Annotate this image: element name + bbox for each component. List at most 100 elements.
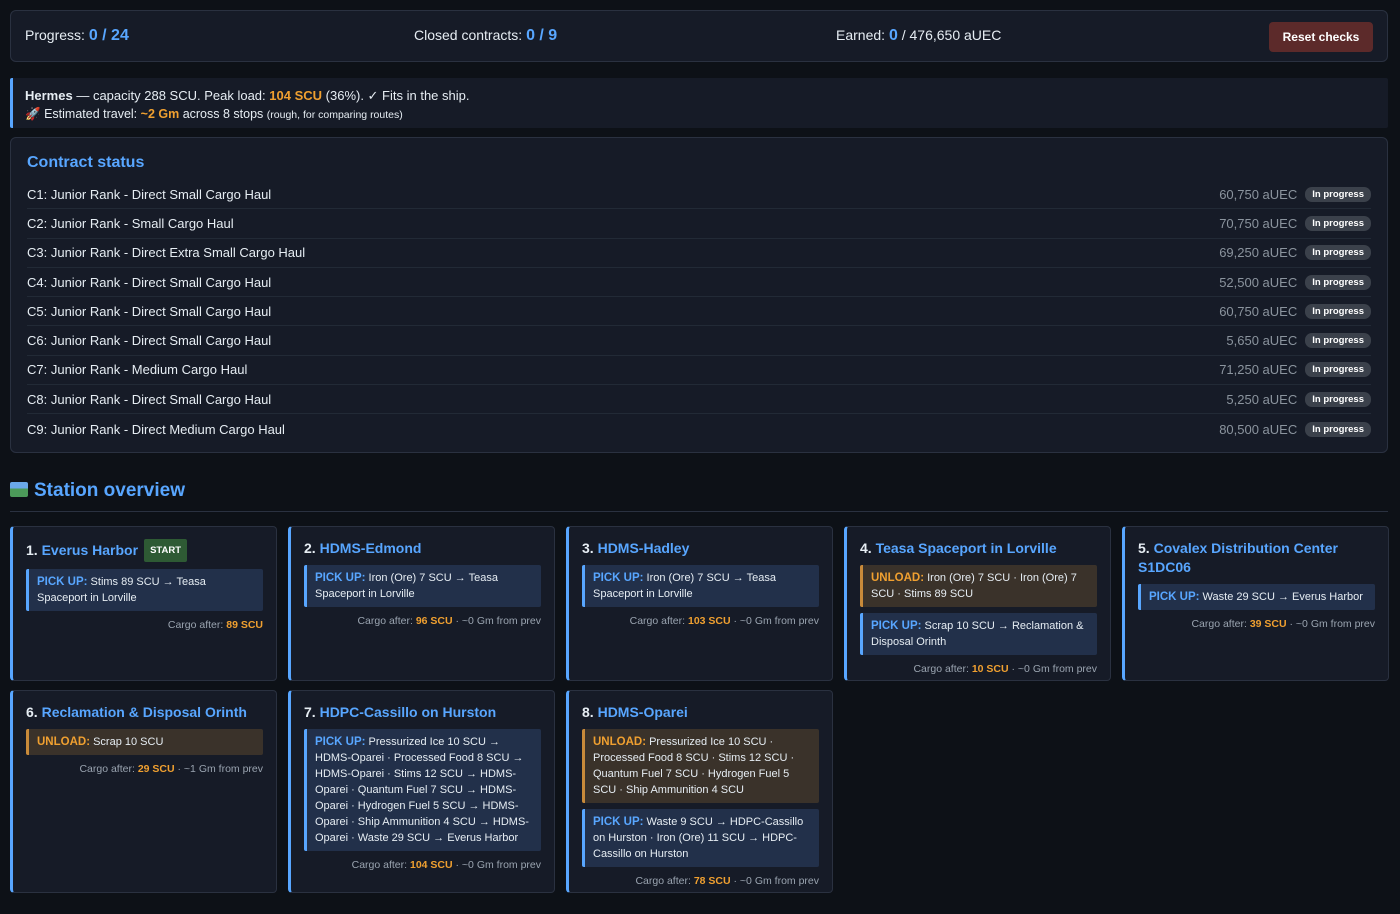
contract-row[interactable]: C7: Junior Rank - Medium Cargo Haul 71,25… [27, 356, 1371, 386]
cargo-value: 39 SCU [1249, 618, 1287, 630]
station-title: 8. HDMS-Oparei [582, 704, 688, 720]
pickup-action: PICK UP: Waste 9 SCU → HDPC-Cassillo on … [582, 809, 819, 867]
station-title: 5. Covalex Distribution Center S1DC06 [1138, 540, 1338, 575]
distance-from-prev: · ~0 Gm from prev [733, 615, 819, 627]
distance-from-prev: · ~0 Gm from prev [455, 615, 541, 627]
station-name[interactable]: Everus Harbor [42, 542, 138, 558]
station-name[interactable]: HDMS-Hadley [598, 540, 690, 556]
cargo-after: Cargo after: 96 SCU · ~0 Gm from prev [357, 615, 541, 627]
reset-checks-button[interactable]: Reset checks [1269, 22, 1373, 52]
station-title: 1. Everus Harbor START [26, 539, 263, 562]
status-badge: In progress [1305, 274, 1371, 290]
cargo-value: 78 SCU [693, 875, 731, 887]
contract-row[interactable]: C4: Junior Rank - Direct Small Cargo Hau… [27, 268, 1371, 298]
contract-status-panel: Contract status C1: Junior Rank - Direct… [10, 137, 1388, 453]
cargo-after: Cargo after: 103 SCU · ~0 Gm from prev [629, 615, 819, 627]
pickup-action: PICK UP: Scrap 10 SCU → Reclamation & Di… [860, 613, 1097, 655]
station-title: 3. HDMS-Hadley [582, 540, 690, 556]
earned-stat: Earned: 0 / 476,650 aUEC [836, 27, 1002, 44]
ship-capacity-line: Hermes — capacity 288 SCU. Peak load: 10… [25, 88, 470, 103]
distance-from-prev: · ~0 Gm from prev [1011, 663, 1097, 675]
cargo-value: 104 SCU [409, 859, 453, 871]
station-title: 7. HDPC-Cassillo on Hurston [304, 704, 497, 720]
contract-row[interactable]: C9: Junior Rank - Direct Medium Cargo Ha… [27, 414, 1371, 443]
contract-row[interactable]: C1: Junior Rank - Direct Small Cargo Hau… [27, 180, 1371, 210]
travel-distance: ~2 Gm [140, 107, 180, 121]
contract-name: C6: Junior Rank - Direct Small Cargo Hau… [27, 333, 272, 349]
distance-from-prev: · ~0 Gm from prev [733, 875, 819, 887]
pickup-action: PICK UP: Stims 89 SCU → Teasa Spaceport … [26, 569, 263, 611]
status-badge: In progress [1305, 303, 1371, 319]
cargo-after: Cargo after: 104 SCU · ~0 Gm from prev [351, 859, 541, 871]
contract-reward: 5,250 aUEC [1226, 391, 1298, 407]
rocket-icon: 🚀 [25, 107, 41, 121]
contract-reward: 71,250 aUEC [1219, 362, 1298, 378]
contract-list: C1: Junior Rank - Direct Small Cargo Hau… [27, 180, 1371, 444]
status-badge: In progress [1305, 362, 1371, 378]
contract-reward: 60,750 aUEC [1219, 186, 1298, 202]
cargo-value: 103 SCU [687, 615, 731, 627]
station-card[interactable]: 8. HDMS-Oparei UNLOAD: Pressurized Ice 10… [566, 690, 833, 893]
contract-reward: 70,750 aUEC [1219, 215, 1298, 231]
status-badge: In progress [1305, 245, 1371, 261]
cargo-after: Cargo after: 78 SCU · ~0 Gm from prev [635, 875, 819, 887]
cargo-value: 89 SCU [226, 619, 263, 631]
cargo-value: 96 SCU [415, 615, 453, 627]
earned-total: / 476,650 aUEC [901, 27, 1002, 43]
progress-bar-panel: Progress: 0 / 24 Closed contracts: 0 / 9… [10, 10, 1388, 62]
map-icon [10, 482, 28, 497]
status-badge: In progress [1305, 186, 1371, 202]
cargo-after: Cargo after: 10 SCU · ~0 Gm from prev [913, 663, 1097, 675]
contract-row[interactable]: C5: Junior Rank - Direct Small Cargo Hau… [27, 297, 1371, 327]
contract-row[interactable]: C8: Junior Rank - Direct Small Cargo Hau… [27, 385, 1371, 415]
contract-reward: 69,250 aUEC [1219, 245, 1298, 261]
contract-row[interactable]: C3: Junior Rank - Direct Extra Small Car… [27, 239, 1371, 268]
contract-status-title: Contract status [27, 154, 145, 171]
station-title: 6. Reclamation & Disposal Orinth [26, 704, 247, 720]
start-badge: START [144, 539, 188, 562]
distance-from-prev: · ~1 Gm from prev [177, 763, 263, 775]
closed-contracts-stat: Closed contracts: 0 / 9 [414, 27, 558, 44]
peak-load: 104 SCU [269, 88, 323, 103]
contract-reward: 5,650 aUEC [1226, 333, 1298, 349]
closed-contracts-value: 0 / 9 [526, 27, 558, 44]
cargo-value: 10 SCU [971, 663, 1009, 675]
station-card[interactable]: 6. Reclamation & Disposal Orinth UNLOAD: … [10, 690, 277, 893]
distance-from-prev: · ~0 Gm from prev [455, 859, 541, 871]
station-card[interactable]: 2. HDMS-Edmond PICK UP: Iron (Ore) 7 SCU … [288, 526, 555, 681]
contract-reward: 60,750 aUEC [1219, 303, 1298, 319]
station-card[interactable]: 1. Everus Harbor START PICK UP: Stims 89 S… [10, 526, 277, 681]
cargo-after: Cargo after: 39 SCU · ~0 Gm from prev [1191, 618, 1375, 630]
pickup-action: PICK UP: Waste 29 SCU → Everus Harbor [1138, 584, 1375, 610]
station-name[interactable]: Reclamation & Disposal Orinth [42, 704, 247, 720]
cargo-value: 29 SCU [137, 763, 175, 775]
contract-name: C9: Junior Rank - Direct Medium Cargo Ha… [27, 421, 285, 437]
contract-row[interactable]: C6: Junior Rank - Direct Small Cargo Hau… [27, 326, 1371, 356]
contract-row[interactable]: C2: Junior Rank - Small Cargo Haul 70,750… [27, 209, 1371, 239]
status-badge: In progress [1305, 421, 1371, 437]
unload-action: UNLOAD: Pressurized Ice 10 SCU · Process… [582, 729, 819, 803]
station-title: 4. Teasa Spaceport in Lorville [860, 540, 1057, 556]
station-name[interactable]: HDMS-Edmond [320, 540, 422, 556]
progress-stat: Progress: 0 / 24 [25, 27, 129, 44]
contract-reward: 52,500 aUEC [1219, 274, 1298, 290]
station-card[interactable]: 5. Covalex Distribution Center S1DC06 PIC… [1122, 526, 1389, 681]
contract-name: C8: Junior Rank - Direct Small Cargo Hau… [27, 391, 272, 407]
ship-info-panel: Hermes — capacity 288 SCU. Peak load: 10… [10, 78, 1388, 128]
station-overview-title: Station overview [10, 480, 185, 502]
contract-name: C3: Junior Rank - Direct Extra Small Car… [27, 245, 306, 261]
status-badge: In progress [1305, 333, 1371, 349]
ship-name: Hermes [25, 88, 73, 103]
progress-value: 0 / 24 [88, 27, 129, 44]
station-name[interactable]: Teasa Spaceport in Lorville [876, 540, 1057, 556]
station-name[interactable]: HDMS-Oparei [598, 704, 688, 720]
cargo-after: Cargo after: 29 SCU · ~1 Gm from prev [79, 763, 263, 775]
contract-reward: 80,500 aUEC [1219, 421, 1298, 437]
unload-action: UNLOAD: Scrap 10 SCU [26, 729, 263, 755]
station-card[interactable]: 7. HDPC-Cassillo on Hurston PICK UP: Pres… [288, 690, 555, 893]
station-card[interactable]: 3. HDMS-Hadley PICK UP: Iron (Ore) 7 SCU … [566, 526, 833, 681]
station-name[interactable]: HDPC-Cassillo on Hurston [320, 704, 497, 720]
station-card[interactable]: 4. Teasa Spaceport in Lorville UNLOAD: Ir… [844, 526, 1111, 681]
station-name[interactable]: Covalex Distribution Center S1DC06 [1138, 540, 1338, 575]
status-badge: In progress [1305, 215, 1371, 231]
